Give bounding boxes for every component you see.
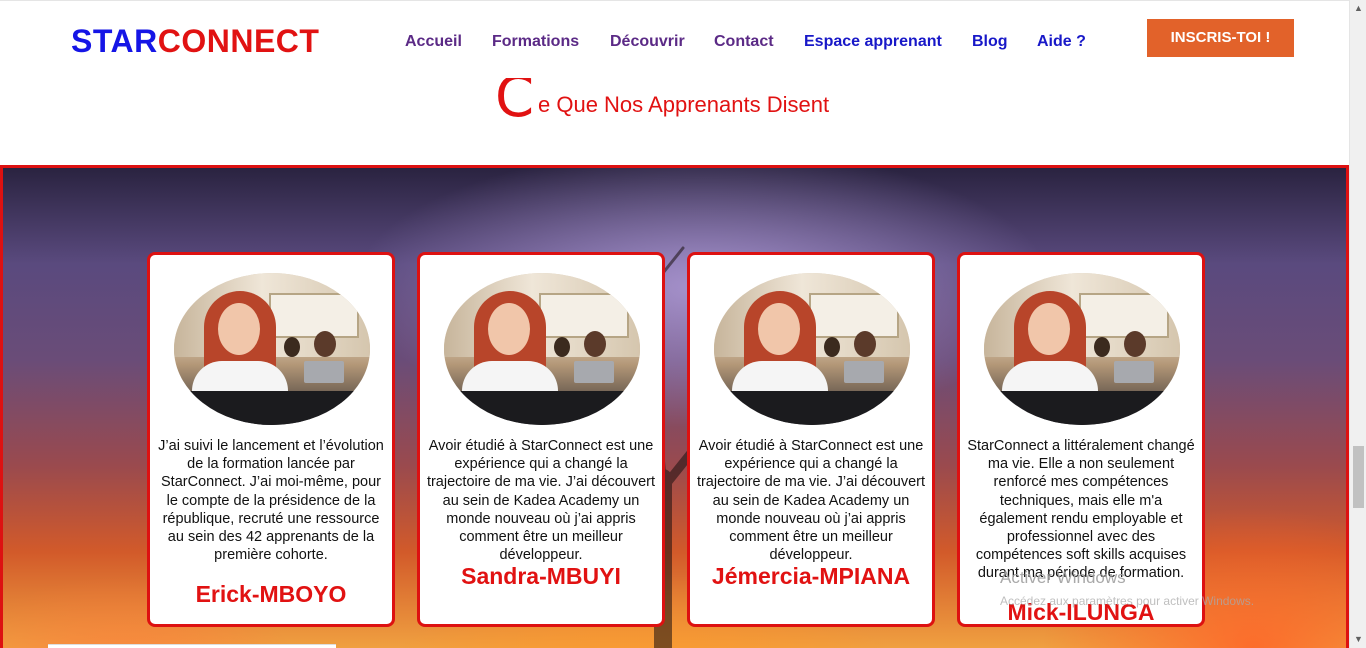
testimonial-name: Erick-MBOYO [195, 581, 347, 607]
nav-link-blog[interactable]: Blog [972, 33, 1008, 51]
logo-part-star: STAR [71, 23, 158, 59]
nav-link-aide[interactable]: Aide ? [1037, 33, 1086, 51]
testimonial-quote: Avoir étudié à StarConnect est une expér… [696, 438, 926, 564]
vertical-scrollbar[interactable]: ▲ ▼ [1349, 0, 1366, 648]
testimonial-quote: J’ai suivi le lancement et l’évolution d… [158, 438, 384, 564]
windows-activation-watermark-subtext: Accédez aux paramètres pour activer Wind… [1000, 594, 1255, 608]
testimonial-name: Jémercia-MPIANA [711, 563, 911, 589]
testimonial-name: Sandra-MBUYI [461, 563, 621, 589]
inscris-toi-button[interactable]: INSCRIS-TOI ! [1147, 19, 1294, 57]
logo-part-connect: CONNECT [157, 23, 320, 59]
nav-link-contact[interactable]: Contact [714, 33, 774, 51]
testimonial-card: Avoir étudié à StarConnect est une expér… [417, 252, 665, 627]
scroll-down-arrow-icon[interactable]: ▼ [1350, 631, 1366, 648]
nav-link-decouvrir[interactable]: Découvrir [610, 33, 685, 51]
testimonial-photo [174, 273, 370, 425]
nav-link-formations[interactable]: Formations [492, 33, 579, 51]
testimonial-photo [714, 273, 910, 425]
section-title-text: e Que Nos Apprenants Disent [538, 92, 830, 117]
nav-link-accueil[interactable]: Accueil [405, 33, 462, 51]
scroll-up-arrow-icon[interactable]: ▲ [1350, 0, 1366, 17]
testimonial-quote: Avoir étudié à StarConnect est une expér… [426, 438, 656, 564]
windows-activation-watermark: Activer Windows [1000, 568, 1126, 587]
scrollbar-thumb[interactable] [1353, 446, 1364, 508]
testimonial-quote: StarConnect a littéralement changé ma vi… [967, 438, 1195, 582]
testimonial-card: J’ai suivi le lancement et l’évolution d… [147, 252, 395, 627]
nav-link-espace-apprenant[interactable]: Espace apprenant [804, 33, 942, 51]
section-title-initial: C [495, 65, 535, 130]
testimonial-photo [984, 273, 1180, 425]
testimonials-section: J’ai suivi le lancement et l’évolution d… [0, 165, 1349, 648]
section-title: C e Que Nos Apprenants Disent [0, 70, 1349, 130]
bottom-strip [48, 644, 336, 648]
site-logo[interactable]: STARCONNECT [71, 23, 319, 60]
page: STARCONNECT Accueil Formations Découvrir… [0, 0, 1349, 648]
testimonial-photo [444, 273, 640, 425]
testimonial-card: Avoir étudié à StarConnect est une expér… [687, 252, 935, 627]
